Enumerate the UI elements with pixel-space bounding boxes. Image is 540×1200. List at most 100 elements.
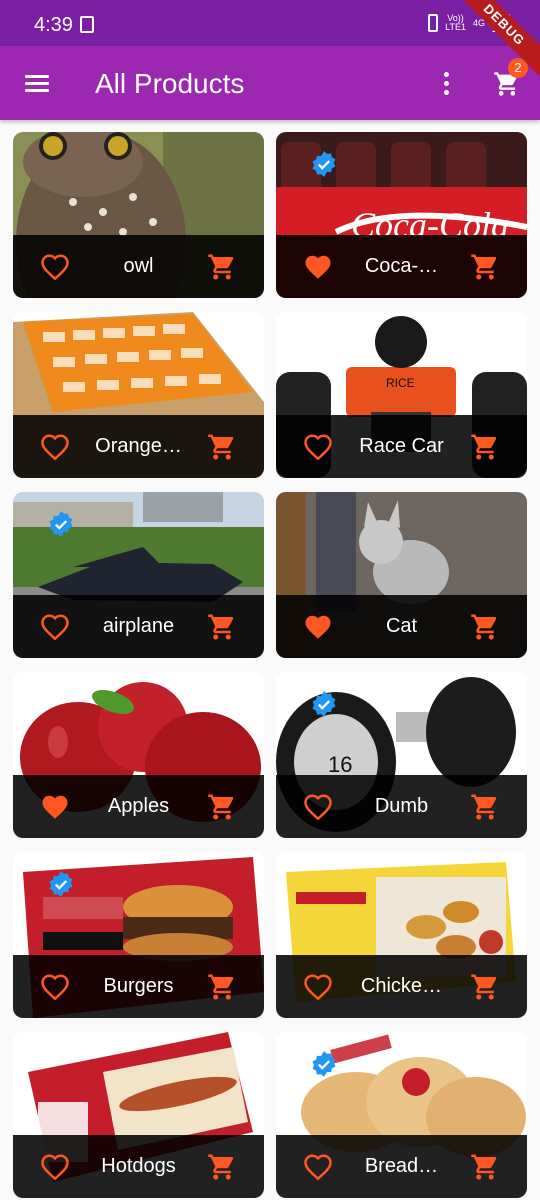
more-dot <box>443 71 449 77</box>
favorite-button[interactable] <box>292 601 344 653</box>
product-title: owl <box>123 255 154 277</box>
add-to-cart-button[interactable] <box>459 1141 511 1193</box>
add-to-cart-button[interactable] <box>196 961 248 1013</box>
add-to-cart-button[interactable] <box>459 961 511 1013</box>
cart-icon <box>208 254 234 279</box>
cart-icon <box>208 1154 234 1179</box>
favorite-button[interactable] <box>29 781 81 833</box>
product-card[interactable]: Bread… <box>276 1032 527 1198</box>
heart-filled-icon <box>42 795 68 819</box>
verified-badge-icon <box>312 1051 336 1077</box>
add-to-cart-button[interactable] <box>196 421 248 473</box>
product-card[interactable]: Hotdogs <box>13 1032 264 1198</box>
product-footer: Hotdogs <box>13 1135 264 1198</box>
cart-icon <box>471 794 497 819</box>
favorite-button[interactable] <box>29 1141 81 1193</box>
verified-badge-icon <box>312 151 336 177</box>
status-bar: 4:39 Vo)) LTE1 4G <box>0 0 540 46</box>
status-time: 4:39 <box>34 14 73 36</box>
cart-icon <box>471 974 497 999</box>
menu-icon-bar <box>25 74 49 78</box>
more-options-button[interactable] <box>428 60 464 106</box>
product-footer: Orange… <box>13 415 264 478</box>
product-title: Race Car <box>359 435 444 457</box>
menu-icon-bar <box>25 81 49 85</box>
more-dot <box>443 80 449 86</box>
product-footer: Dumb <box>276 775 527 838</box>
product-card[interactable]: Chicke… <box>276 852 527 1018</box>
cart-icon <box>471 614 497 639</box>
product-footer: Chicke… <box>276 955 527 1018</box>
heart-outline-icon <box>304 793 332 820</box>
heart-outline-icon <box>41 1153 69 1180</box>
product-footer: airplane <box>13 595 264 658</box>
product-footer: Coca-… <box>276 235 527 298</box>
product-card[interactable]: airplane <box>13 492 264 658</box>
add-to-cart-button[interactable] <box>196 601 248 653</box>
favorite-button[interactable] <box>292 241 344 293</box>
add-to-cart-button[interactable] <box>196 241 248 293</box>
product-footer: Apples <box>13 775 264 838</box>
favorite-button[interactable] <box>29 601 81 653</box>
product-title: Hotdogs <box>101 1155 176 1177</box>
product-footer: owl <box>13 235 264 298</box>
product-footer: Race Car <box>276 415 527 478</box>
product-title: Cat <box>385 615 418 637</box>
cart-icon <box>471 254 497 279</box>
svg-text:16: 16 <box>328 752 352 777</box>
menu-icon-bar <box>25 88 49 92</box>
product-card[interactable]: RICE Race Car <box>276 312 527 478</box>
heart-outline-icon <box>304 433 332 460</box>
product-title: Dumb <box>374 795 429 817</box>
product-card[interactable]: Burgers <box>13 852 264 1018</box>
favorite-button[interactable] <box>292 1141 344 1193</box>
favorite-button[interactable] <box>29 241 81 293</box>
product-title: Chicke… <box>360 975 443 997</box>
product-title: Bread… <box>364 1155 439 1177</box>
product-card[interactable]: Apples <box>13 672 264 838</box>
verified-badge-icon <box>312 691 336 717</box>
heart-outline-icon <box>41 973 69 1000</box>
product-footer: Burgers <box>13 955 264 1018</box>
cart-button[interactable]: 2 <box>486 58 532 106</box>
cart-icon <box>208 614 234 639</box>
favorite-button[interactable] <box>29 961 81 1013</box>
product-card[interactable]: owl <box>13 132 264 298</box>
product-card[interactable]: Orange… <box>13 312 264 478</box>
app-bar: All Products 2 <box>0 46 540 120</box>
product-title: Apples <box>107 795 170 817</box>
favorite-button[interactable] <box>292 781 344 833</box>
more-dot <box>443 89 449 95</box>
product-card[interactable]: Coca-Cola Coca-… <box>276 132 527 298</box>
add-to-cart-button[interactable] <box>459 781 511 833</box>
favorite-button[interactable] <box>292 961 344 1013</box>
page-title: All Products <box>95 68 245 99</box>
volte-indicator: Vo)) LTE1 <box>445 14 466 32</box>
heart-outline-icon <box>41 253 69 280</box>
lte-label: LTE1 <box>445 22 466 32</box>
add-to-cart-button[interactable] <box>459 601 511 653</box>
menu-button[interactable] <box>14 60 60 106</box>
product-title: airplane <box>102 615 175 637</box>
cart-icon <box>471 1154 497 1179</box>
product-footer: Cat <box>276 595 527 658</box>
product-card[interactable]: Cat <box>276 492 527 658</box>
vibrate-icon <box>428 14 439 32</box>
cart-icon <box>471 434 497 459</box>
product-title: Orange… <box>95 435 182 457</box>
product-card[interactable]: 16 Dumb <box>276 672 527 838</box>
add-to-cart-button[interactable] <box>459 241 511 293</box>
add-to-cart-button[interactable] <box>196 781 248 833</box>
heart-outline-icon <box>304 1153 332 1180</box>
heart-filled-icon <box>305 615 331 639</box>
heart-outline-icon <box>41 613 69 640</box>
sim-notification-icon <box>80 16 94 33</box>
add-to-cart-button[interactable] <box>196 1141 248 1193</box>
add-to-cart-button[interactable] <box>459 421 511 473</box>
heart-outline-icon <box>41 433 69 460</box>
favorite-button[interactable] <box>29 421 81 473</box>
favorite-button[interactable] <box>292 421 344 473</box>
cart-icon <box>208 434 234 459</box>
verified-badge-icon <box>49 871 73 897</box>
product-title: Coca-… <box>364 255 439 277</box>
